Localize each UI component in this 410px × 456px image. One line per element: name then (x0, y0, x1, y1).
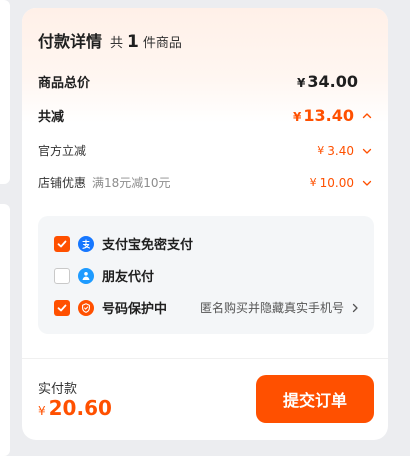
reduction-amount: ¥13.40 (293, 106, 354, 125)
payment-options-panel: 支付宝免密支付 朋友代付 号码保护中 匿名购买并隐藏真实手机号 (38, 216, 374, 334)
total-price-amount: ¥34.00 (297, 72, 358, 91)
submit-order-button[interactable]: 提交订单 (256, 375, 374, 423)
checkbox-checked[interactable] (54, 299, 70, 316)
chevron-up-icon (362, 112, 372, 118)
option-label: 支付宝免密支付 (102, 238, 194, 253)
item-count: 共 1 件商品 (110, 32, 182, 52)
divider (22, 358, 388, 359)
checkbox-unchecked[interactable] (54, 267, 70, 284)
card-header: 付款详情 共 1 件商品 (38, 28, 182, 52)
option-friend-pay[interactable]: 朋友代付 (54, 266, 360, 285)
check-icon (57, 240, 67, 247)
actual-payment-label: 实付款 (38, 382, 78, 397)
friend-pay-icon (78, 267, 94, 284)
shield-icon (78, 299, 94, 316)
discount-row-official[interactable]: 官方立减 ¥3.40 (38, 142, 372, 159)
payment-details-card: 付款详情 共 1 件商品 商品总价 ¥34.00 共减 ¥13.40 官方立减 … (22, 8, 388, 440)
chevron-down-icon (362, 148, 372, 154)
discount-row-store[interactable]: 店铺优惠 满18元减10元 ¥10.00 (38, 174, 372, 191)
option-label: 号码保护中 (102, 302, 168, 317)
alipay-icon (78, 235, 94, 252)
total-price-label: 商品总价 (38, 76, 91, 91)
discount-amount: ¥3.40 (317, 144, 372, 158)
discount-label: 店铺优惠 (38, 176, 87, 190)
chevron-right-icon (352, 303, 358, 312)
discount-note: 满18元减10元 (92, 176, 171, 190)
chevron-down-icon (362, 180, 372, 186)
number-protection-link[interactable]: 匿名购买并隐藏真实手机号 (200, 299, 360, 316)
check-icon (57, 304, 67, 311)
option-label: 朋友代付 (102, 270, 155, 285)
left-edge-panel (0, 0, 10, 184)
page-title: 付款详情 (38, 32, 103, 51)
checkbox-checked[interactable] (54, 235, 70, 252)
number-protection-note: 匿名购买并隐藏真实手机号 (199, 301, 344, 315)
reduction-label: 共减 (38, 110, 65, 125)
discount-label: 官方立减 (38, 144, 87, 158)
discount-amount: ¥10.00 (310, 176, 372, 190)
option-alipay-password-free[interactable]: 支付宝免密支付 (54, 234, 360, 253)
total-price-row: 商品总价 ¥34.00 (38, 72, 372, 91)
left-edge-panel (0, 204, 10, 456)
option-number-protection[interactable]: 号码保护中 匿名购买并隐藏真实手机号 (54, 298, 360, 317)
total-reduction-row[interactable]: 共减 ¥13.40 (38, 106, 372, 125)
item-count-value: 1 (127, 32, 139, 52)
actual-payment-amount: ¥ 20.60 (38, 396, 112, 420)
